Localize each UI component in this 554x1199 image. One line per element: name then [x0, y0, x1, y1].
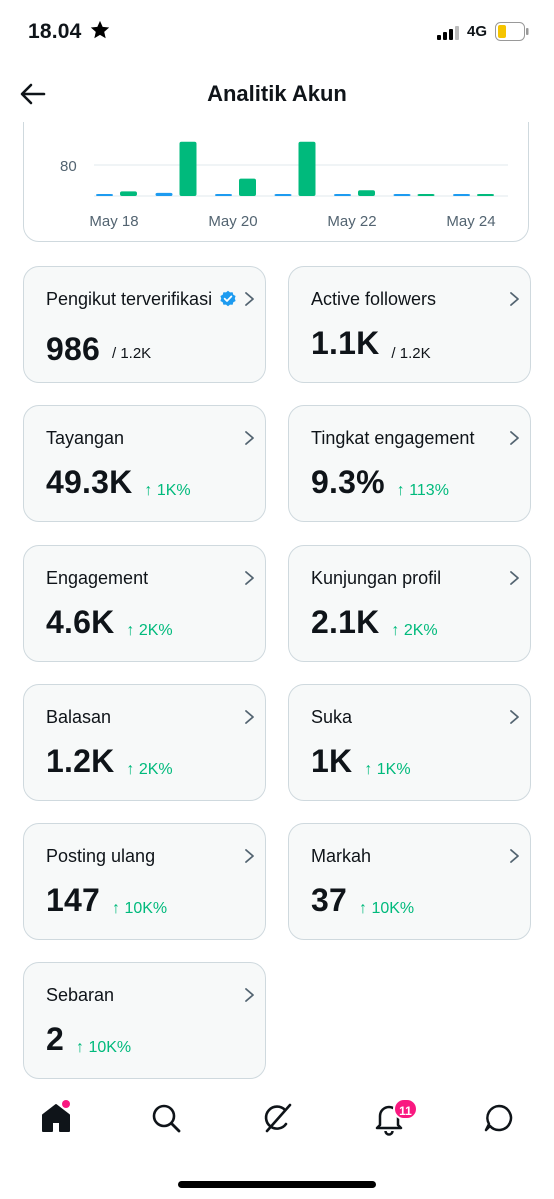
- stat-change: ↑ 1K%: [364, 761, 411, 778]
- stat-value: 986: [46, 331, 100, 367]
- stat-label: Tingkat engagement: [311, 428, 475, 448]
- stat-value: 37: [311, 882, 347, 918]
- status-bar: 18.04 4G: [0, 0, 554, 66]
- bar-b-may-24: [477, 194, 494, 196]
- stat-label: Active followers: [311, 289, 437, 309]
- search-icon[interactable]: [148, 1100, 184, 1136]
- stat-total: / 1.2K: [112, 345, 152, 362]
- status-time: 18.04: [28, 20, 82, 43]
- chevron-right-icon: [245, 849, 254, 863]
- messages-icon[interactable]: [481, 1100, 517, 1136]
- chevron-right-icon: [245, 571, 254, 585]
- stat-label: Suka: [311, 707, 353, 727]
- x-tick-label: May 20: [208, 213, 257, 230]
- bar-a-may-24: [453, 194, 470, 196]
- stat-change: ↑ 113%: [396, 482, 449, 499]
- stat-card-tingkat-engagement[interactable]: Tingkat engagement 9.3% ↑ 113%: [288, 405, 531, 522]
- bar-b-may-22: [358, 190, 375, 196]
- chevron-right-icon: [510, 571, 519, 585]
- stat-label: Pengikut terverifikasi: [46, 289, 213, 309]
- stat-change: ↑ 2K%: [126, 761, 173, 778]
- stat-label: Tayangan: [46, 428, 125, 448]
- stat-label: Kunjungan profil: [311, 568, 442, 588]
- home-indicator: [178, 1181, 376, 1188]
- stat-value: 147: [46, 882, 100, 918]
- stat-value: 1.2K: [46, 743, 115, 779]
- home-unread-dot: [62, 1100, 70, 1108]
- chevron-right-icon: [510, 710, 519, 724]
- bar-b-may-18: [120, 191, 137, 196]
- stat-change: ↑ 10K%: [76, 1039, 132, 1056]
- stat-card-balasan[interactable]: Balasan 1.2K ↑ 2K%: [23, 684, 266, 801]
- bar-a-may-18: [96, 194, 113, 196]
- chevron-right-icon: [510, 431, 519, 445]
- y-tick-label: 80: [60, 158, 77, 175]
- stat-change: ↑ 2K%: [391, 622, 438, 639]
- stat-value: 1K: [311, 743, 353, 779]
- stat-label: Sebaran: [46, 985, 115, 1005]
- bar-a-may-21: [274, 194, 292, 196]
- chevron-right-icon: [245, 431, 254, 445]
- stat-card-suka[interactable]: Suka 1K ↑ 1K%: [288, 684, 531, 801]
- x-tick-label: May 18: [89, 213, 138, 230]
- chevron-right-icon: [510, 292, 519, 306]
- chevron-right-icon: [245, 710, 254, 724]
- grok-icon[interactable]: [259, 1100, 295, 1136]
- bar-b-may-20: [239, 178, 256, 196]
- stat-card-pengikut-terverifikasi[interactable]: Pengikut terverifikasi 986 / 1.2K: [23, 266, 266, 383]
- stat-change: ↑ 2K%: [126, 622, 173, 639]
- bar-a-may-19: [155, 192, 173, 196]
- bar-b-may-23: [417, 194, 435, 196]
- stat-value: 49.3K: [46, 464, 133, 500]
- signal-icon: [437, 26, 459, 40]
- bar-a-may-20: [215, 194, 232, 196]
- chevron-right-icon: [510, 849, 519, 863]
- stat-card-kunjungan-profil[interactable]: Kunjungan profil 2.1K ↑ 2K%: [288, 545, 531, 662]
- stat-value: 2.1K: [311, 604, 380, 640]
- stat-card-engagement[interactable]: Engagement 4.6K ↑ 2K%: [23, 545, 266, 662]
- stat-value: 1.1K: [311, 325, 380, 361]
- stat-label: Posting ulang: [46, 846, 156, 866]
- verified-badge-icon: [220, 290, 236, 307]
- x-tick-label: May 24: [446, 213, 495, 230]
- chevron-right-icon: [245, 292, 254, 306]
- stat-change: ↑ 10K%: [359, 900, 415, 917]
- bar-b-may-19: [179, 141, 197, 196]
- notification-badge: 11: [393, 1098, 418, 1120]
- bar-a-may-22: [334, 194, 351, 196]
- network-type: 4G: [467, 23, 488, 40]
- star-icon: [90, 20, 110, 39]
- stat-change: ↑ 10K%: [112, 900, 168, 917]
- stat-card-markah[interactable]: Markah 37 ↑ 10K%: [288, 823, 531, 940]
- stat-change: ↑ 1K%: [144, 482, 191, 499]
- page-title: Analitik Akun: [207, 81, 347, 106]
- chevron-right-icon: [245, 988, 254, 1002]
- bar-b-may-21: [298, 141, 316, 196]
- stat-label: Balasan: [46, 707, 112, 727]
- stat-label: Engagement: [46, 568, 149, 588]
- stat-card-posting-ulang[interactable]: Posting ulang 147 ↑ 10K%: [23, 823, 266, 940]
- stat-value: 4.6K: [46, 604, 115, 640]
- stat-value: 2: [46, 1021, 64, 1057]
- stat-card-tayangan[interactable]: Tayangan 49.3K ↑ 1K%: [23, 405, 266, 522]
- stat-value: 9.3%: [311, 464, 385, 500]
- stat-card-sebaran[interactable]: Sebaran 2 ↑ 10K%: [23, 962, 266, 1079]
- battery-icon: [495, 22, 529, 41]
- top-bar: Analitik Akun: [0, 66, 554, 122]
- x-tick-label: May 22: [327, 213, 376, 230]
- stat-total: / 1.2K: [391, 345, 431, 362]
- bar-a-may-23: [393, 194, 411, 196]
- stat-label: Markah: [311, 846, 372, 866]
- stat-card-active-followers[interactable]: Active followers 1.1K / 1.2K: [288, 266, 531, 383]
